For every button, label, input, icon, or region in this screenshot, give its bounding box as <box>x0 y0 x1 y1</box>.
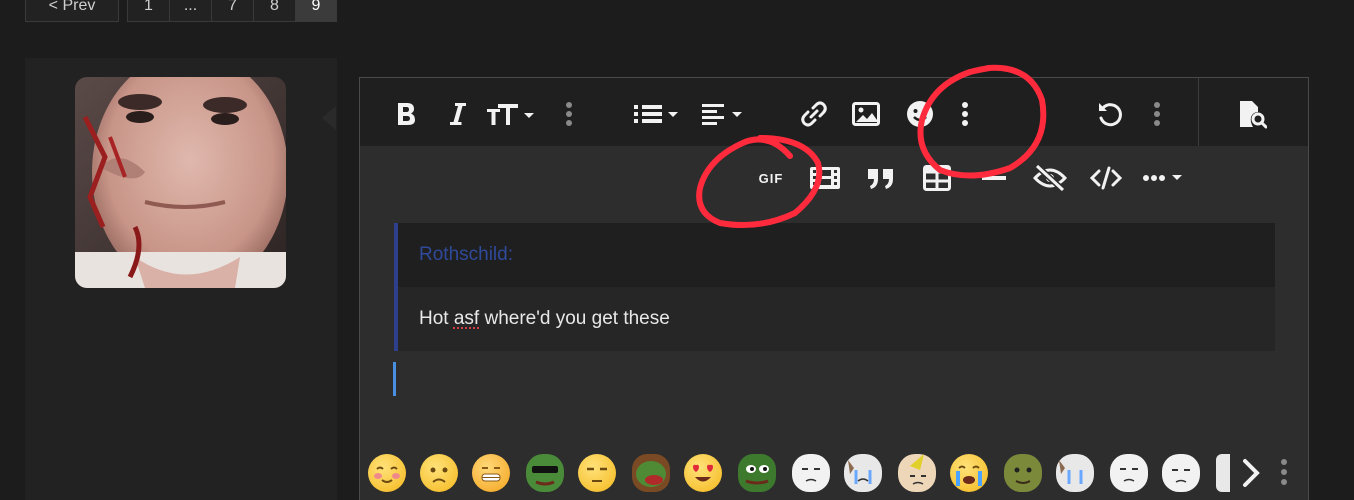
media-icon[interactable] <box>808 162 842 194</box>
link-icon[interactable] <box>798 98 830 130</box>
quote-author[interactable]: Rothschild: <box>398 223 1275 287</box>
undo-icon[interactable] <box>1094 98 1126 130</box>
emoji-heart-eyes-face[interactable] <box>684 454 722 492</box>
page-link[interactable]: 1 <box>127 0 169 22</box>
text-caret <box>393 362 396 396</box>
emoji-wojak-face-3[interactable] <box>1162 454 1200 492</box>
quote-icon[interactable] <box>864 162 898 194</box>
emoji-pepe-angry[interactable] <box>632 454 670 492</box>
emoji-wojak-face[interactable] <box>792 454 830 492</box>
avatar[interactable] <box>75 77 286 288</box>
emoji-wojak-crying-2[interactable] <box>1056 454 1094 492</box>
page-numbers: 1 ... 7 8 9 <box>127 0 337 22</box>
page-ellipsis[interactable]: ... <box>169 0 211 22</box>
chevron-right-icon[interactable] <box>1240 458 1262 496</box>
pagination: < Prev 1 ... 7 8 9 <box>25 0 337 22</box>
list-icon[interactable] <box>632 98 684 130</box>
quote-body: Hot asf where'd you get these <box>398 287 1275 351</box>
post-arrow <box>322 106 336 130</box>
rich-text-editor[interactable]: GIF Rothschild: Hot asf where'd you get … <box>359 77 1309 500</box>
smiley-icon[interactable] <box>904 98 936 130</box>
image-icon[interactable] <box>850 98 882 130</box>
emoji-crying-face[interactable] <box>950 454 988 492</box>
toolbar-secondary: GIF <box>360 146 1308 210</box>
quote-block: Rothschild: Hot asf where'd you get thes… <box>394 223 1275 351</box>
align-icon[interactable] <box>700 98 748 130</box>
gif-icon[interactable]: GIF <box>754 164 788 192</box>
emoji-wojak-party-hat[interactable] <box>898 454 936 492</box>
emoji-pepe-frog[interactable] <box>738 454 776 492</box>
page-link[interactable]: 8 <box>253 0 295 22</box>
spoiler-icon[interactable] <box>1032 162 1068 194</box>
page-link[interactable]: 7 <box>211 0 253 22</box>
more-vertical-icon[interactable] <box>1280 458 1288 491</box>
emoji-wojak-partial[interactable] <box>1216 454 1230 492</box>
quote-text-end: where'd you get these <box>479 308 670 330</box>
code-icon[interactable] <box>1088 162 1124 194</box>
toolbar-divider <box>1198 78 1199 146</box>
emoji-blushing-face[interactable] <box>368 454 406 492</box>
emoji-wojak-face-2[interactable] <box>1110 454 1148 492</box>
horizontal-rule-icon[interactable] <box>978 162 1010 194</box>
quote-text-start: Hot <box>419 308 454 330</box>
toolbar-main <box>360 78 1308 146</box>
more-vertical-icon[interactable] <box>560 98 578 130</box>
user-panel <box>25 58 337 500</box>
more-vertical-icon[interactable] <box>1148 98 1166 130</box>
gif-label: GIF <box>759 171 784 186</box>
emoji-pepe-sunglasses[interactable] <box>526 454 564 492</box>
bold-icon[interactable] <box>390 98 422 130</box>
prev-page-button[interactable]: < Prev <box>25 0 119 22</box>
table-icon[interactable] <box>920 162 954 194</box>
emoji-worried-face[interactable] <box>420 454 458 492</box>
emoji-shrek-face[interactable] <box>1004 454 1042 492</box>
more-vertical-icon[interactable] <box>956 98 974 130</box>
italic-icon[interactable] <box>444 98 472 130</box>
emoji-grimacing-face[interactable] <box>472 454 510 492</box>
current-page[interactable]: 9 <box>295 0 337 22</box>
more-options-icon[interactable] <box>1142 162 1190 194</box>
text-size-icon[interactable] <box>486 98 538 130</box>
emoji-unamused-face[interactable] <box>578 454 616 492</box>
misspelled-word[interactable]: asf <box>454 308 479 330</box>
page: < Prev 1 ... 7 8 9 GIF Rothschild: Hot a… <box>0 0 1354 500</box>
emoji-wojak-crying[interactable] <box>844 454 882 492</box>
emoji-bar <box>360 448 1308 498</box>
preview-icon[interactable] <box>1234 98 1270 130</box>
